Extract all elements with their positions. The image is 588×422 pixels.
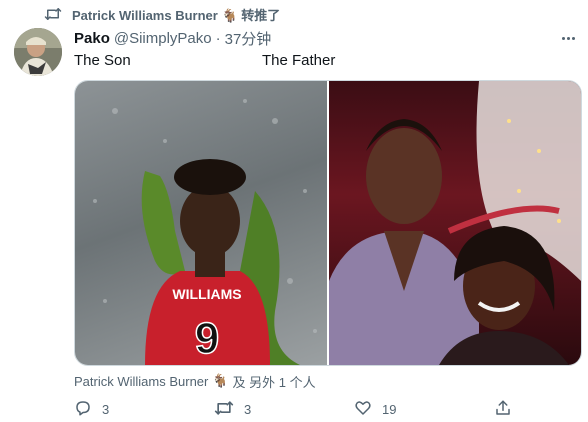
tagged-name[interactable]: Patrick Williams Burner: [74, 374, 208, 389]
media-image-left[interactable]: WILLIAMS 9: [75, 81, 327, 365]
share-button[interactable]: [494, 399, 514, 420]
share-icon: [494, 399, 512, 420]
retweet-icon: [214, 400, 234, 419]
retweet-context[interactable]: Patrick Williams Burner 🐐 转推了: [44, 4, 280, 24]
reply-count: 3: [102, 401, 110, 417]
author-name[interactable]: Pako: [74, 30, 110, 47]
tagged-suffix[interactable]: 及 另外 1 个人: [233, 372, 316, 391]
tweet-media: WILLIAMS 9: [74, 80, 582, 366]
reply-button[interactable]: 3: [74, 399, 184, 420]
retweet-count: 3: [244, 401, 252, 417]
reply-icon: [74, 399, 92, 420]
retweeter-name[interactable]: Patrick Williams Burner: [72, 8, 218, 23]
tweet-text-left: The Son: [74, 51, 131, 69]
retweet-button[interactable]: 3: [214, 400, 324, 419]
media-image-right[interactable]: [329, 81, 581, 365]
jersey-name: WILLIAMS: [172, 286, 241, 302]
avatar[interactable]: [14, 28, 62, 76]
like-count: 19: [382, 401, 397, 417]
tweet-text: The Son The Father: [74, 50, 574, 70]
tweet-actions: 3 3 19: [74, 398, 514, 420]
retweet-suffix: 转推了: [241, 7, 281, 23]
goat-emoji: 🐐: [212, 373, 229, 388]
jersey-number: 9: [195, 314, 219, 363]
tweet-text-right: The Father: [262, 51, 336, 69]
tweet-header: Pako @SiimplyPako · 37分钟: [74, 28, 271, 48]
retweet-icon: [44, 7, 62, 21]
heart-icon: [354, 399, 372, 420]
goat-emoji: 🐐: [221, 7, 238, 23]
tweet-time[interactable]: 37分钟: [225, 28, 272, 49]
separator-dot: ·: [215, 29, 221, 47]
author-handle[interactable]: @SiimplyPako: [114, 30, 212, 47]
tagged-users[interactable]: Patrick Williams Burner 🐐 及 另外 1 个人: [74, 372, 316, 390]
like-button[interactable]: 19: [354, 399, 464, 420]
more-options-icon[interactable]: [558, 28, 578, 48]
